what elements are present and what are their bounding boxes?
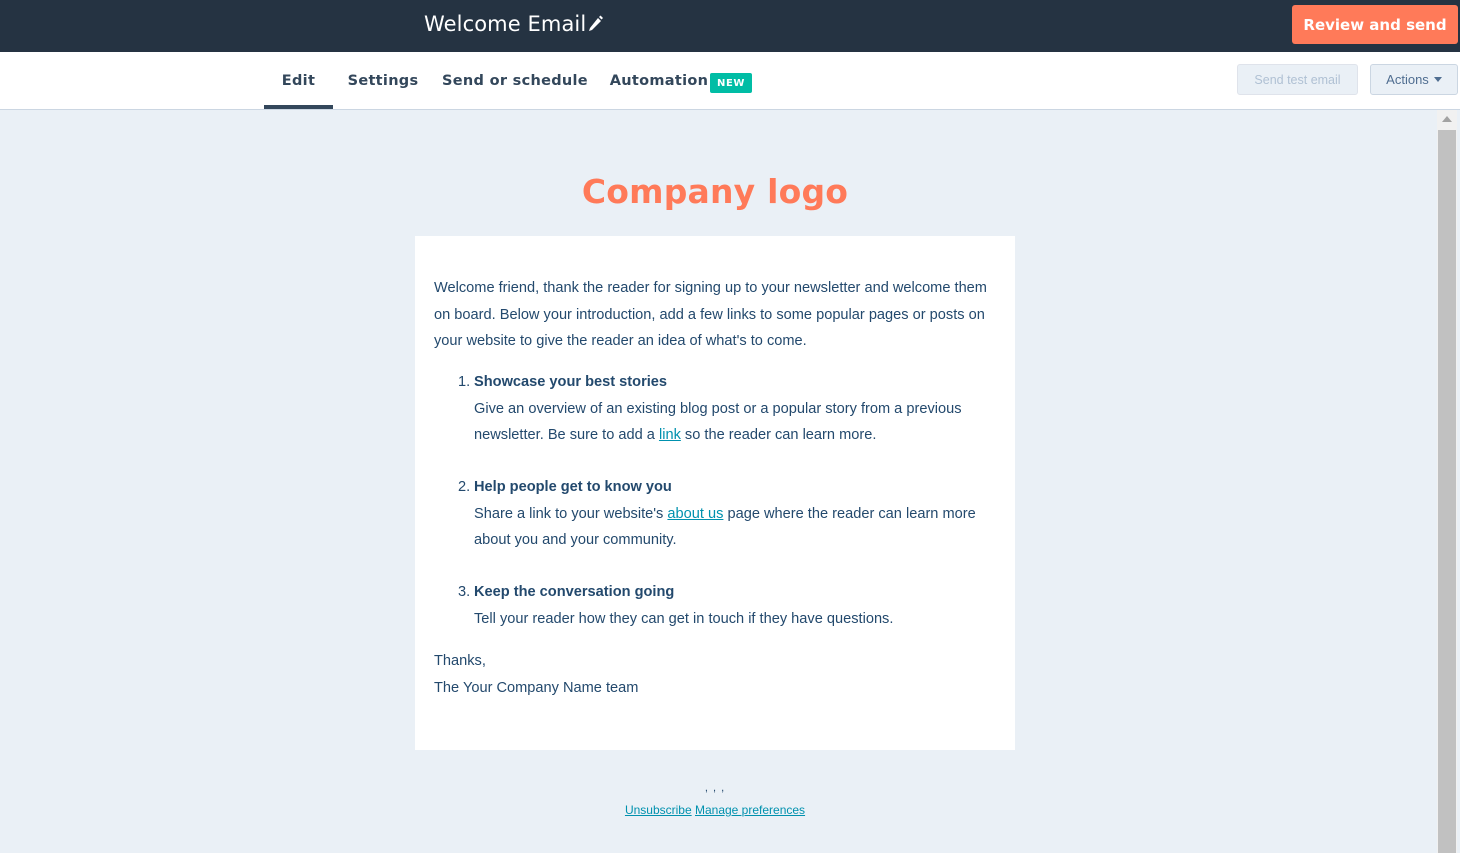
list-item-body: Tell your reader how they can get in tou… [474,610,894,627]
signoff-text: Thanks, [434,653,486,669]
scroll-thumb[interactable] [1438,130,1456,853]
top-header-bar: Welcome Email Review and send [0,0,1460,52]
list-item-body: Give an overview of an existing blog pos… [474,400,962,444]
tab-settings[interactable]: Settings [343,52,423,109]
list-item-heading: Help people get to know you [474,479,672,495]
manage-preferences-link[interactable]: Manage preferences [695,803,805,817]
pencil-edit-icon[interactable] [587,14,603,32]
email-name-title[interactable]: Welcome Email [424,12,586,36]
list-number: 1. [458,374,471,390]
about-us-link[interactable]: about us [667,506,723,522]
inline-link[interactable]: link [659,427,681,443]
list-number: 2. [458,479,471,495]
actions-label: Actions [1386,72,1429,87]
vertical-scrollbar[interactable] [1437,110,1457,853]
tab-edit[interactable]: Edit [264,52,333,109]
intro-paragraph: Welcome friend, thank the reader for sig… [434,280,987,349]
tab-automation[interactable]: Automation [607,52,711,109]
list-item: 3. Keep the conversation going Tell your… [434,579,1004,632]
list-item-heading: Showcase your best stories [474,374,668,390]
scroll-up-arrow-icon[interactable] [1442,116,1452,122]
list-number: 3. [458,584,471,600]
signoff-block: Thanks, The Your Company Name team [434,648,638,701]
caret-down-icon [1433,77,1442,82]
company-logo[interactable]: Company logo [415,172,1015,211]
list-item: 1. Showcase your best stories Give an ov… [434,369,1004,449]
review-and-send-button[interactable]: Review and send [1292,5,1458,44]
list-item: 2. Help people get to know you Share a l… [434,474,1004,554]
actions-dropdown-button[interactable]: Actions [1370,64,1458,95]
email-body-card[interactable]: Welcome friend, thank the reader for sig… [415,236,1015,750]
signature-text: The Your Company Name team [434,679,639,696]
list-item-heading: Keep the conversation going [474,584,675,600]
unsubscribe-link[interactable]: Unsubscribe [625,803,692,817]
list-item-body: Share a link to your website's about us … [474,505,976,549]
footer-address: , , , [704,782,726,794]
send-test-email-button[interactable]: Send test email [1237,64,1358,95]
tab-send-or-schedule[interactable]: Send or schedule [442,52,588,109]
new-badge: NEW [710,73,752,93]
footer-links[interactable]: Unsubscribe Manage preferences [415,803,1015,817]
tab-bar: Edit Settings Send or schedule Automatio… [0,52,1460,110]
